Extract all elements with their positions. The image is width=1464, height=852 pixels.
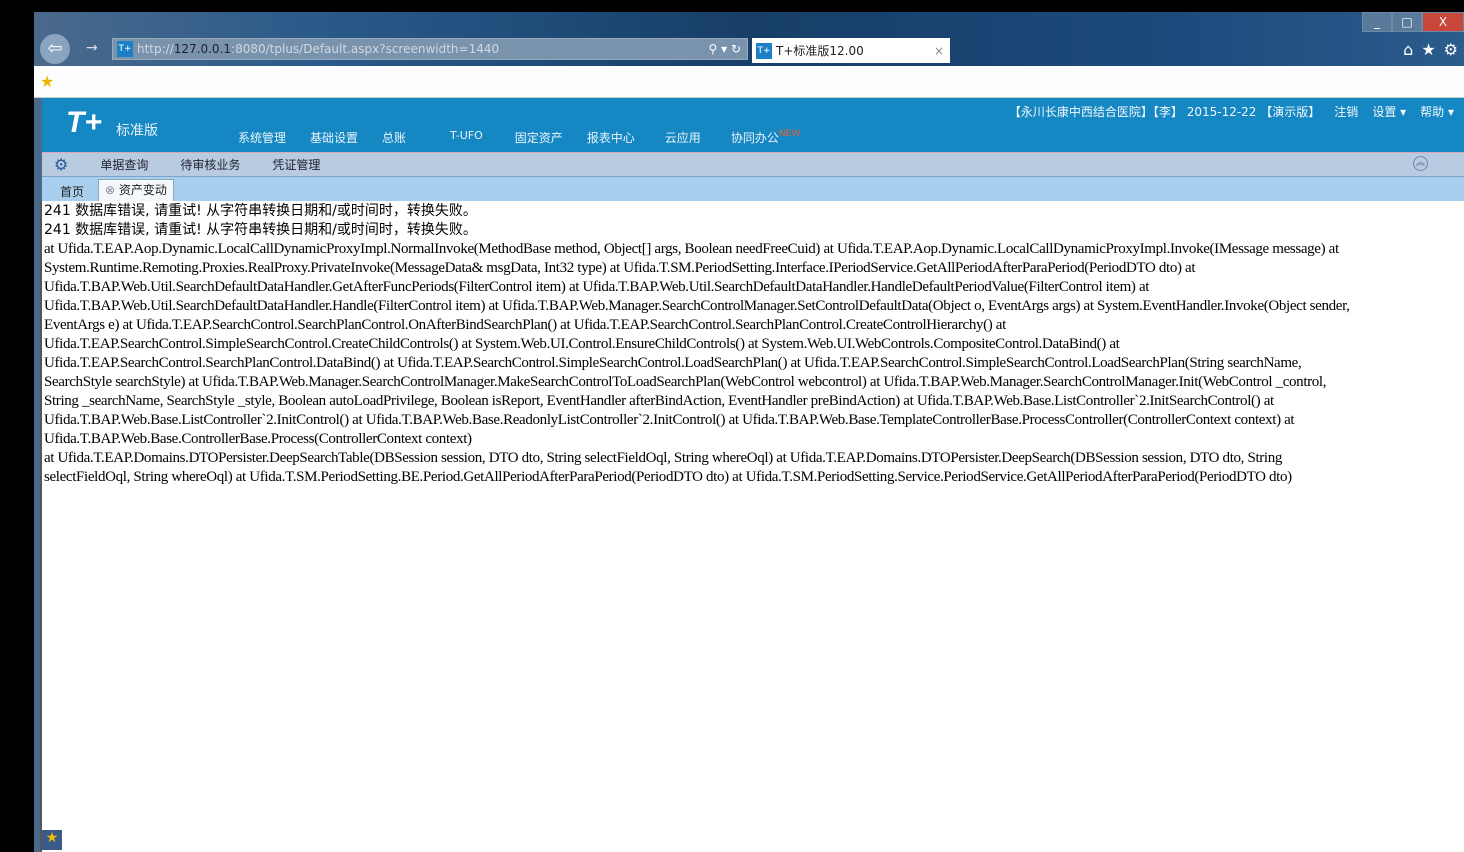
error-content: 241 数据库错误, 请重试! 从字符串转换日期和/或时间时，转换失败。 241… [40, 201, 1464, 852]
stack-line: EventArgs e) at Ufida.T.EAP.SearchContro… [44, 317, 1006, 333]
subnav-voucher-mgmt[interactable]: 凭证管理 [272, 156, 320, 173]
url-host: 127.0.0.1 [173, 42, 232, 56]
stack-line: at Ufida.T.EAP.Aop.Dynamic.LocalCallDyna… [44, 241, 1339, 257]
site-favicon: T+ [117, 41, 133, 57]
collapse-icon[interactable]: ︽ [1413, 156, 1428, 171]
user-name: 【李】 [1152, 105, 1183, 119]
tab-title: T+标准版12.00 [776, 44, 864, 58]
error-message: 241 数据库错误, 请重试! 从字符串转换日期和/或时间时，转换失败。 [44, 203, 477, 219]
help-menu[interactable]: 帮助 ▾ [1420, 103, 1454, 120]
address-bar[interactable]: T+ http://127.0.0.1:8080/tplus/Default.a… [112, 38, 748, 60]
nav-ledger[interactable]: 总账 [382, 129, 406, 146]
maximize-button[interactable]: □ [1392, 12, 1422, 32]
forward-button[interactable]: → [86, 40, 98, 56]
gear-icon[interactable]: ⚙ [1444, 40, 1458, 59]
search-refresh-icon[interactable]: ⚲ ▾ ↻ [709, 42, 742, 56]
browser-window: _ □ X ⇦ → T+ http://127.0.0.1:8080/tplus… [34, 12, 1464, 852]
stack-line: selectFieldOql, String whereOql) at Ufid… [44, 469, 1292, 485]
sub-nav: ⚙ 单据查询 待审核业务 凭证管理 ︽ [42, 152, 1464, 176]
stack-line: at Ufida.T.EAP.Domains.DTOPersister.Deep… [44, 450, 1283, 466]
browser-tools: ⌂ ★ ⚙ [1403, 40, 1458, 59]
tab-asset-change[interactable]: ⊗ 资产变动 [98, 179, 174, 202]
nav-system[interactable]: 系统管理 [238, 129, 286, 146]
add-favorite-icon[interactable]: ★ [40, 72, 54, 91]
tab-favicon: T+ [756, 42, 772, 59]
page-tabs: 首页 ⊗ 资产变动 [42, 176, 1464, 202]
browser-tab[interactable]: T+ T+标准版12.00 × [752, 38, 950, 63]
company-name: 【永川长康中西结合医院】 [1008, 105, 1153, 119]
minimize-button[interactable]: _ [1362, 12, 1392, 32]
back-button[interactable]: ⇦ [40, 34, 70, 64]
login-date: 2015-12-22 [1186, 105, 1257, 119]
subnav-doc-query[interactable]: 单据查询 [100, 156, 148, 173]
nav-reports[interactable]: 报表中心 [587, 129, 635, 146]
tab-label: 资产变动 [118, 183, 167, 197]
stack-line: Ufida.T.BAP.Web.Base.ListController`2.In… [44, 412, 1295, 428]
stack-line: Ufida.T.BAP.Web.Util.SearchDefaultDataHa… [44, 298, 1350, 314]
favorites-bar: ★ [34, 66, 1464, 98]
close-button[interactable]: X [1422, 12, 1464, 32]
logout-link[interactable]: 注销 [1334, 103, 1358, 120]
stack-line: Ufida.T.EAP.SearchControl.SimpleSearchCo… [44, 336, 1120, 352]
nav-collab[interactable]: 协同办公 [731, 129, 779, 146]
settings-menu[interactable]: 设置 ▾ [1372, 103, 1406, 120]
stack-line: SearchStyle searchStyle) at Ufida.T.BAP.… [44, 374, 1327, 390]
stack-line: System.Runtime.Remoting.Proxies.RealProx… [44, 260, 1196, 276]
user-info: 【永川长康中西结合医院】【李】 2015-12-22 【演示版】 注销 设置 ▾… [1009, 103, 1454, 120]
stack-line: Ufida.T.BAP.Web.Util.SearchDefaultDataHa… [44, 279, 1150, 295]
tab-close-icon[interactable]: × [934, 44, 944, 58]
window-controls: _ □ X [1362, 12, 1464, 32]
tab-close-icon[interactable]: ⊗ [105, 183, 115, 197]
star-icon[interactable]: ★ [1421, 40, 1435, 59]
edition: 【演示版】 [1260, 105, 1321, 119]
error-message: 241 数据库错误, 请重试! 从字符串转换日期和/或时间时，转换失败。 [44, 222, 477, 238]
nav-fixed-assets[interactable]: 固定资产 [515, 129, 563, 146]
new-badge: NEW [778, 129, 801, 139]
logo-subtitle: 标准版 [116, 123, 158, 139]
url-rest: :8080/tplus/Default.aspx?screenwidth=144… [231, 42, 500, 56]
nav-cloud[interactable]: 云应用 [665, 129, 701, 146]
main-nav: 系统管理 基础设置 总账 T-UFO 固定资产 报表中心 云应用 协同办公 NE… [238, 129, 824, 146]
stack-line: Ufida.T.BAP.Web.Base.ControllerBase.Proc… [44, 431, 472, 447]
stack-line: String _searchName, SearchStyle _style, … [44, 393, 1274, 409]
home-icon[interactable]: ⌂ [1403, 40, 1413, 59]
app-header: T+ 标准版 系统管理 基础设置 总账 T-UFO 固定资产 报表中心 云应用 … [42, 98, 1464, 152]
nav-tufo[interactable]: T-UFO [450, 129, 483, 146]
favorites-star-icon[interactable]: ★ [42, 830, 62, 850]
subnav-pending-review[interactable]: 待审核业务 [180, 156, 240, 173]
tab-home[interactable]: 首页 [60, 183, 84, 200]
url-prefix: http:// [137, 42, 174, 56]
settings-gear-icon[interactable]: ⚙ [54, 155, 68, 174]
nav-basic-settings[interactable]: 基础设置 [310, 129, 358, 146]
stack-line: Ufida.T.EAP.SearchControl.SearchPlanCont… [44, 355, 1302, 371]
logo: T+ [66, 106, 102, 139]
